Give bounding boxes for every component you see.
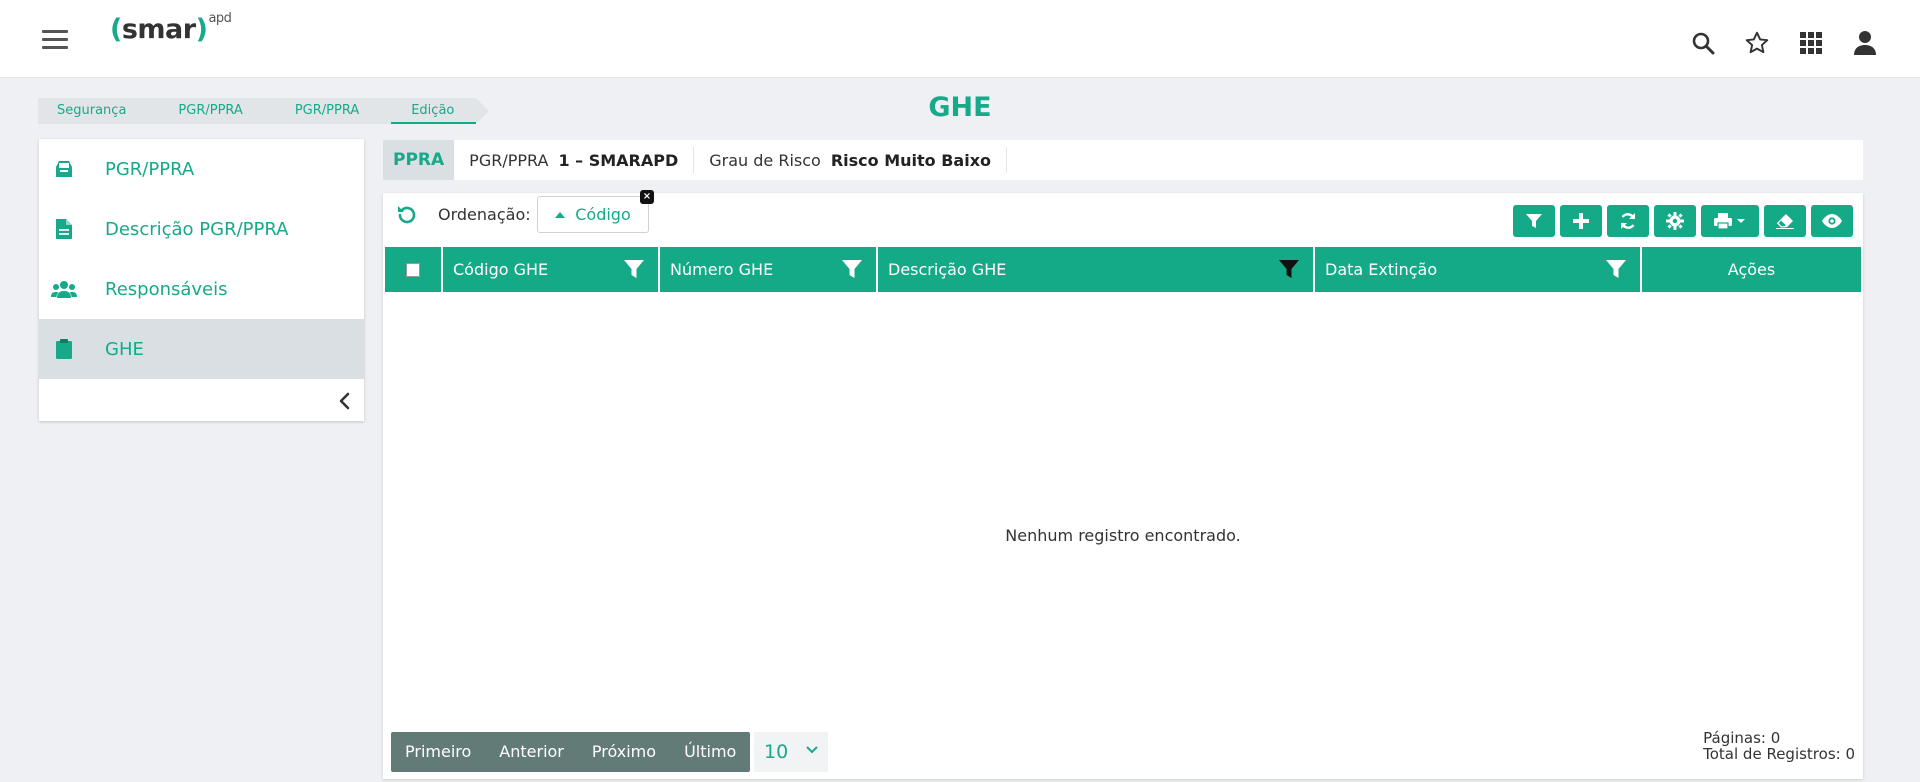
logo-paren-close: ) [195,14,208,45]
print-dropdown-button[interactable] [1701,205,1759,237]
sidebar: PGR/PPRA Descrição PGR/PPRA Responsáveis… [39,139,364,421]
collapse-chevron-left-icon[interactable] [334,391,354,411]
apps-grid-icon[interactable] [1796,28,1826,58]
filter-icon [1526,214,1542,228]
eraser-icon [1776,214,1794,229]
breadcrumb-item[interactable]: Segurança [38,98,162,124]
add-button[interactable] [1560,205,1602,237]
sort-ascending-icon [555,211,566,218]
close-icon[interactable]: × [640,190,654,204]
record-info-bar: PPRA PGR/PPRA 1 – SMARAPD Grau de Risco … [383,140,1863,180]
table-header: Código GHE Número GHE Descrição GHE Data… [385,247,1861,292]
ordering-chip-label: Código [575,205,631,224]
users-icon [49,280,79,298]
ordering-chip[interactable]: Código × [537,190,654,233]
info-label: Grau de Risco [709,150,821,170]
breadcrumb: Segurança PGR/PPRA PGR/PPRA Edição [38,98,490,124]
pages-count: Páginas: 0 [1703,729,1781,747]
gear-icon [1666,212,1684,230]
sidebar-item-descricao[interactable]: Descrição PGR/PPRA [39,199,364,259]
undo-icon[interactable] [395,203,421,229]
refresh-button[interactable] [1607,205,1649,237]
next-page-button[interactable]: Próximo [578,732,670,772]
pagination: Primeiro Anterior Próximo Último [391,732,751,772]
clipboard-icon [49,339,79,359]
settings-button[interactable] [1654,205,1696,237]
document-icon [49,219,79,239]
sidebar-item-label: Responsáveis [105,278,228,300]
page-size-value: 10 [764,741,789,763]
print-icon [1714,213,1732,230]
menu-icon[interactable] [42,30,68,50]
search-icon[interactable] [1688,28,1718,58]
last-page-button[interactable]: Último [670,732,750,772]
filter-icon[interactable] [624,259,644,279]
chevron-down-icon [806,746,818,754]
sidebar-item-pgr-ppra[interactable]: PGR/PPRA [39,139,364,199]
column-label: Descrição GHE [888,260,1007,279]
info-value: Risco Muito Baixo [830,150,991,170]
logo-text: smar [121,14,196,45]
column-label: Número GHE [670,260,774,279]
caret-down-icon [1737,219,1745,223]
column-data-extincao[interactable]: Data Extinção [1315,247,1642,292]
filter-icon[interactable] [842,259,862,279]
first-page-button[interactable]: Primeiro [391,732,485,772]
view-button[interactable] [1811,205,1853,237]
page-title: GHE [928,92,992,123]
info-label: PGR/PPRA [469,150,549,170]
ordering-label: Ordenação: [438,205,531,224]
filter-icon-active[interactable] [1279,259,1299,279]
sidebar-item-label: Descrição PGR/PPRA [105,218,289,240]
column-label: Ações [1727,260,1776,279]
grid-panel: Ordenação: Código × Código GHE Número GH… [383,190,1863,779]
select-all-checkbox[interactable] [406,262,420,277]
inbox-icon [49,159,79,179]
grid-toolbar [1513,205,1853,237]
star-icon[interactable] [1742,28,1772,58]
logo-super: apd [208,11,232,26]
filter-icon[interactable] [1606,259,1626,279]
page-size-select[interactable]: 10 [754,732,828,772]
breadcrumb-item-current[interactable]: Edição [381,98,490,124]
column-acoes: Ações [1642,247,1861,292]
breadcrumb-item[interactable]: PGR/PPRA [264,98,395,124]
filter-button[interactable] [1513,205,1555,237]
plus-icon [1573,213,1589,229]
info-value: 1 – SMARAPD [558,150,679,170]
column-label: Código GHE [453,260,549,279]
eye-icon [1822,214,1842,228]
user-icon[interactable] [1850,28,1880,58]
refresh-icon [1620,213,1636,229]
breadcrumb-item[interactable]: PGR/PPRA [148,98,279,124]
column-codigo-ghe[interactable]: Código GHE [443,247,660,292]
column-numero-ghe[interactable]: Número GHE [660,247,878,292]
top-header: (smar)apd [0,0,1920,78]
sidebar-item-label: GHE [105,338,144,360]
column-descricao-ghe[interactable]: Descrição GHE [878,247,1315,292]
page-info: Páginas: 0 Total de Registros: 0 [1703,730,1855,762]
info-pgr-ppra: PGR/PPRA 1 – SMARAPD [454,147,695,173]
logo[interactable]: (smar)apd [110,11,232,45]
total-records: Total de Registros: 0 [1703,745,1855,763]
info-tag: PPRA [383,140,455,180]
sidebar-item-label: PGR/PPRA [105,158,195,180]
select-all-cell [385,247,443,292]
info-grau-risco: Grau de Risco Risco Muito Baixo [694,147,1007,173]
sidebar-item-ghe[interactable]: GHE [39,319,364,379]
previous-page-button[interactable]: Anterior [485,732,578,772]
column-label: Data Extinção [1325,260,1438,279]
logo-paren-open: ( [110,14,122,45]
sidebar-item-responsaveis[interactable]: Responsáveis [39,259,364,319]
clear-button[interactable] [1764,205,1806,237]
empty-message: Nenhum registro encontrado. [1005,526,1241,545]
